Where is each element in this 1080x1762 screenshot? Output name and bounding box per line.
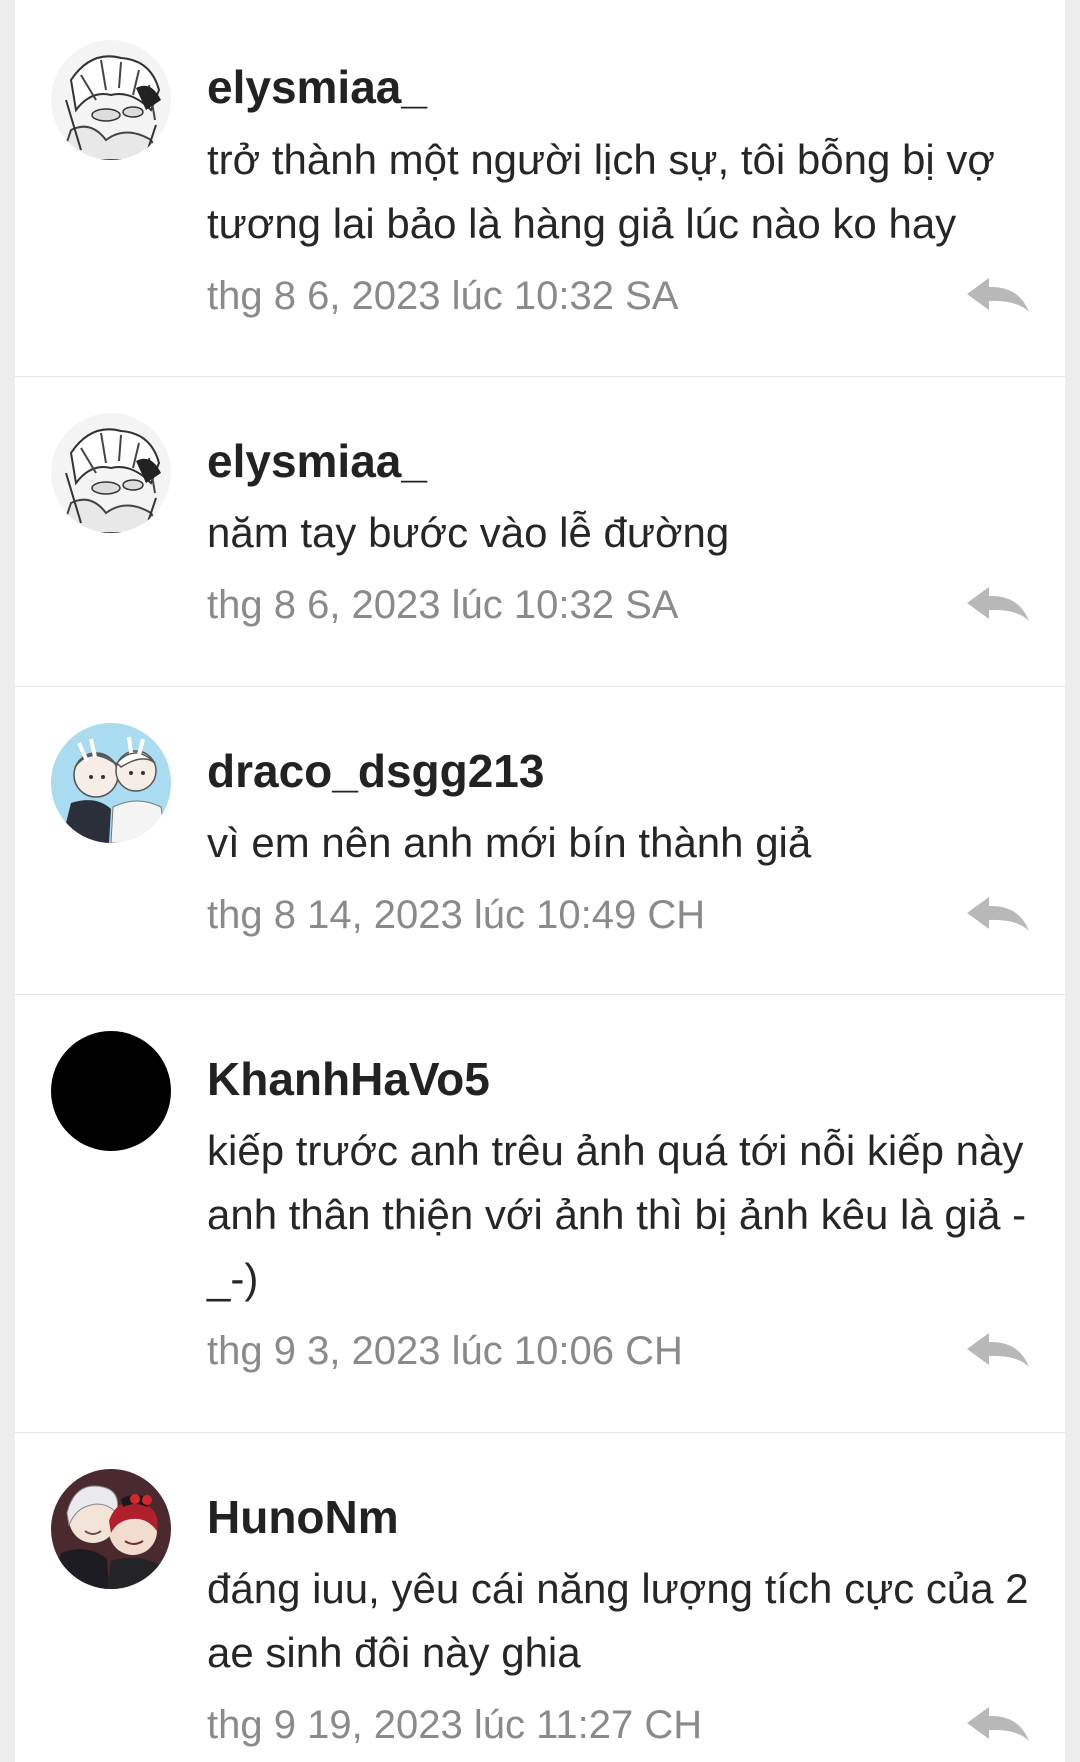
comment-item: KhanhHaVo5 kiếp trước anh trêu ảnh quá t…	[15, 994, 1065, 1432]
comment-text: năm tay bước vào lễ đường	[207, 509, 730, 556]
user-avatar[interactable]	[51, 1469, 171, 1589]
comment-text: vì em nên anh mới bín thành giả	[207, 819, 812, 866]
user-avatar[interactable]	[51, 40, 171, 160]
comment-item: elysmiaa_ trở thành một người lịch sự, t…	[15, 0, 1065, 376]
comment-timestamp: thg 8 6, 2023 lúc 10:32 SA	[207, 274, 679, 318]
user-avatar[interactable]	[51, 723, 171, 843]
comment-text: kiếp trước anh trêu ảnh quá tới nỗi kiếp…	[207, 1127, 1027, 1302]
comment-username[interactable]: draco_dsgg213	[207, 744, 544, 798]
comment-username[interactable]: HunoNm	[207, 1490, 399, 1544]
reply-arrow-icon[interactable]	[963, 583, 1033, 627]
comment-username[interactable]: elysmiaa_	[207, 434, 427, 488]
comment-timestamp: thg 8 14, 2023 lúc 10:49 CH	[207, 893, 706, 937]
reply-arrow-icon[interactable]	[963, 893, 1033, 937]
reply-arrow-icon[interactable]	[963, 274, 1033, 318]
comment-list: elysmiaa_ trở thành một người lịch sự, t…	[15, 0, 1065, 1762]
comment-text: trở thành một người lịch sự, tôi bỗng bị…	[207, 136, 995, 247]
comment-text: đáng iuu, yêu cái năng lượng tích cực củ…	[207, 1565, 1029, 1676]
comment-item: elysmiaa_ năm tay bước vào lễ đường thg …	[15, 376, 1065, 686]
comment-timestamp: thg 9 3, 2023 lúc 10:06 CH	[207, 1329, 683, 1373]
comment-timestamp: thg 8 6, 2023 lúc 10:32 SA	[207, 583, 679, 627]
user-avatar[interactable]	[51, 1031, 171, 1151]
comment-item: draco_dsgg213 vì em nên anh mới bín thàn…	[15, 686, 1065, 994]
comment-username[interactable]: KhanhHaVo5	[207, 1052, 490, 1106]
comment-timestamp: thg 9 19, 2023 lúc 11:27 CH	[207, 1703, 703, 1747]
reply-arrow-icon[interactable]	[963, 1329, 1033, 1373]
comment-item: HunoNm đáng iuu, yêu cái năng lượng tích…	[15, 1432, 1065, 1762]
user-avatar[interactable]	[51, 413, 171, 533]
reply-arrow-icon[interactable]	[963, 1703, 1033, 1747]
comment-username[interactable]: elysmiaa_	[207, 60, 427, 114]
